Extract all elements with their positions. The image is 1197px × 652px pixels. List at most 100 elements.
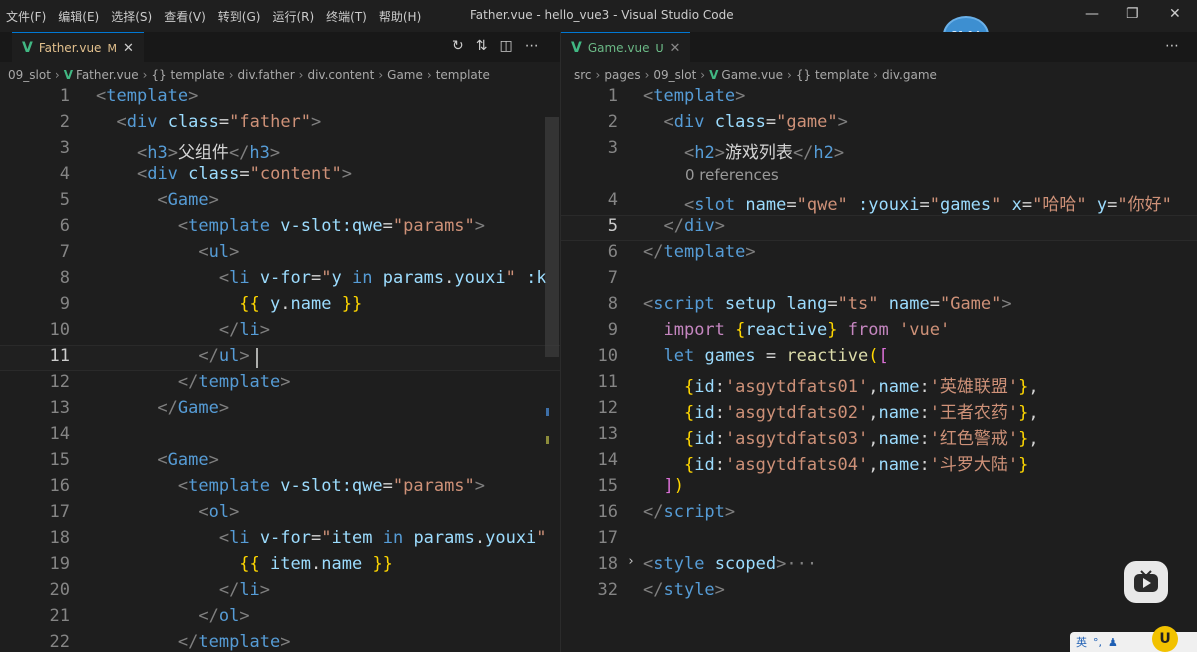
timeline-icon[interactable]: ↻ <box>452 38 464 54</box>
code-line[interactable]: <template v-slot:qwe="params"> <box>96 216 485 236</box>
input-method-bar[interactable]: 英 °, ♟ <box>1070 632 1197 652</box>
code-line[interactable]: <li v-for="item in params.youxi" <box>96 528 547 548</box>
line-number: 4 <box>607 190 618 210</box>
tab-label: Father.vue <box>38 41 102 55</box>
window-title: Father.vue - hello_vue3 - Visual Studio … <box>470 8 734 22</box>
breadcrumb-separator: › <box>142 68 148 82</box>
menu-item[interactable]: 选择(S) <box>111 8 152 25</box>
breadcrumb-item[interactable]: Father.vue <box>76 68 139 82</box>
compare-changes-icon[interactable]: ⇅ <box>476 38 488 54</box>
tab-close-icon[interactable]: ✕ <box>670 41 681 56</box>
code-line[interactable]: {id:'asgytdfats01',name:'英雄联盟'}, <box>643 372 1039 397</box>
breadcrumb-item[interactable]: div.content <box>307 68 374 82</box>
ime-punctuation: °, <box>1093 635 1102 649</box>
overview-mark <box>546 436 549 444</box>
code-line[interactable]: <div class="father"> <box>96 112 321 132</box>
code-line[interactable]: </ol> <box>96 606 249 626</box>
code-line[interactable]: </ul> <box>96 346 249 366</box>
code-line[interactable]: {id:'asgytdfats02',name:'王者农药'}, <box>643 398 1039 423</box>
code-line[interactable]: <Game> <box>96 450 218 470</box>
breadcrumb-left: 09_slot › V Father.vue ›{} template › div.fath… <box>0 66 560 84</box>
tab-father-vue[interactable]: V Father.vue M ✕ <box>12 32 144 63</box>
vue-file-icon: V <box>571 40 582 56</box>
code-line[interactable]: </div> <box>643 216 724 236</box>
maximize-button[interactable]: ❐ <box>1126 6 1139 22</box>
line-number: 11 <box>597 372 618 392</box>
code-line[interactable]: {id:'asgytdfats03',name:'红色警戒'}, <box>643 424 1039 449</box>
split-editor-icon[interactable]: ◫ <box>499 38 512 54</box>
code-line[interactable]: <div class="game"> <box>643 112 847 132</box>
minimize-button[interactable]: — <box>1085 6 1099 22</box>
code-line[interactable]: </script> <box>643 502 735 522</box>
code-line[interactable]: <slot name="qwe" :youxi="games" x="哈哈" y… <box>643 190 1172 215</box>
fold-chevron-icon[interactable]: › <box>627 554 635 569</box>
line-number: 17 <box>49 502 70 522</box>
video-play-button[interactable] <box>1124 561 1168 603</box>
tab-game-vue[interactable]: V Game.vue U ✕ <box>561 32 691 63</box>
line-number: 21 <box>49 606 70 626</box>
code-line[interactable]: {id:'asgytdfats04',name:'斗罗大陆'} <box>643 450 1028 475</box>
breadcrumb-separator: › <box>228 68 234 82</box>
breadcrumb-item[interactable]: div.father <box>238 68 295 82</box>
breadcrumb-item[interactable]: 09_slot <box>8 68 51 82</box>
more-actions-icon[interactable]: ⋯ <box>525 38 539 54</box>
breadcrumb-item[interactable]: Game <box>387 68 423 82</box>
menu-item[interactable]: 运行(R) <box>272 8 314 25</box>
code-line[interactable]: import {reactive} from 'vue' <box>643 320 950 340</box>
line-number: 8 <box>607 294 618 314</box>
code-line[interactable]: <li v-for="y in params.youxi" :k <box>96 268 547 288</box>
breadcrumb-item[interactable]: template <box>436 68 490 82</box>
line-number: 10 <box>49 320 70 340</box>
line-number: 4 <box>59 164 70 184</box>
breadcrumb-separator: › <box>787 68 792 82</box>
breadcrumb-separator: › <box>873 68 878 82</box>
menu-item[interactable]: 编辑(E) <box>58 8 99 25</box>
code-line[interactable]: <Game> <box>96 190 218 210</box>
breadcrumb-item[interactable]: src <box>574 68 592 82</box>
breadcrumb-item[interactable]: Game.vue <box>721 68 783 82</box>
line-number: 7 <box>59 242 70 262</box>
menu-item[interactable]: 文件(F) <box>6 8 46 25</box>
code-line[interactable]: </style> <box>643 580 725 600</box>
breadcrumb-item[interactable]: 09_slot <box>653 68 696 82</box>
code-line[interactable]: let games = reactive([ <box>643 346 888 366</box>
code-line[interactable]: ]) <box>643 476 684 496</box>
code-line[interactable]: <style scoped>··· <box>643 554 817 574</box>
line-number: 16 <box>597 502 618 522</box>
code-line[interactable]: <div class="content"> <box>96 164 352 184</box>
breadcrumb-item[interactable]: {} template <box>151 68 224 82</box>
breadcrumb-item[interactable]: {} template <box>796 68 869 82</box>
code-line[interactable]: <template v-slot:qwe="params"> <box>96 476 485 496</box>
code-line[interactable]: <template> <box>643 86 745 106</box>
scrollbar-left[interactable] <box>545 117 559 357</box>
code-line[interactable]: {{ y.name }} <box>96 294 362 314</box>
code-line[interactable]: </template> <box>96 632 291 652</box>
code-line[interactable]: </template> <box>643 242 756 262</box>
title-bar: 文件(F) 编辑(E) 选择(S) 查看(V) 转到(G) 运行(R) 终端(T) 帮助(H)… <box>0 0 1197 32</box>
breadcrumb-item[interactable]: div.game <box>882 68 937 82</box>
line-number: 6 <box>59 216 70 236</box>
code-line[interactable]: </template> <box>96 372 291 392</box>
tab-close-icon[interactable]: ✕ <box>123 41 134 56</box>
code-line[interactable]: {{ item.name }} <box>96 554 393 574</box>
code-line[interactable]: <ul> <box>96 242 239 262</box>
codelens-references[interactable]: 0 references <box>685 166 779 184</box>
code-line[interactable]: <template> <box>96 86 198 106</box>
breadcrumb-item[interactable]: pages <box>604 68 640 82</box>
menu-item[interactable]: 转到(G) <box>218 8 261 25</box>
menu-item[interactable]: 查看(V) <box>164 8 206 25</box>
code-line[interactable]: <h3>父组件</h3> <box>96 138 280 163</box>
line-number: 12 <box>597 398 618 418</box>
menu-item[interactable]: 帮助(H) <box>379 8 421 25</box>
line-number: 1 <box>607 86 618 106</box>
code-line[interactable]: <script setup lang="ts" name="Game"> <box>643 294 1012 314</box>
code-line[interactable]: <ol> <box>96 502 239 522</box>
code-line[interactable]: </li> <box>96 580 270 600</box>
code-line[interactable]: <h2>游戏列表</h2> <box>643 138 844 163</box>
menu-item[interactable]: 终端(T) <box>326 8 367 25</box>
close-window-button[interactable]: ✕ <box>1169 6 1181 22</box>
code-line[interactable]: </li> <box>96 320 270 340</box>
line-number: 9 <box>607 320 618 340</box>
more-actions-icon[interactable]: ⋯ <box>1165 38 1179 54</box>
code-line[interactable]: </Game> <box>96 398 229 418</box>
